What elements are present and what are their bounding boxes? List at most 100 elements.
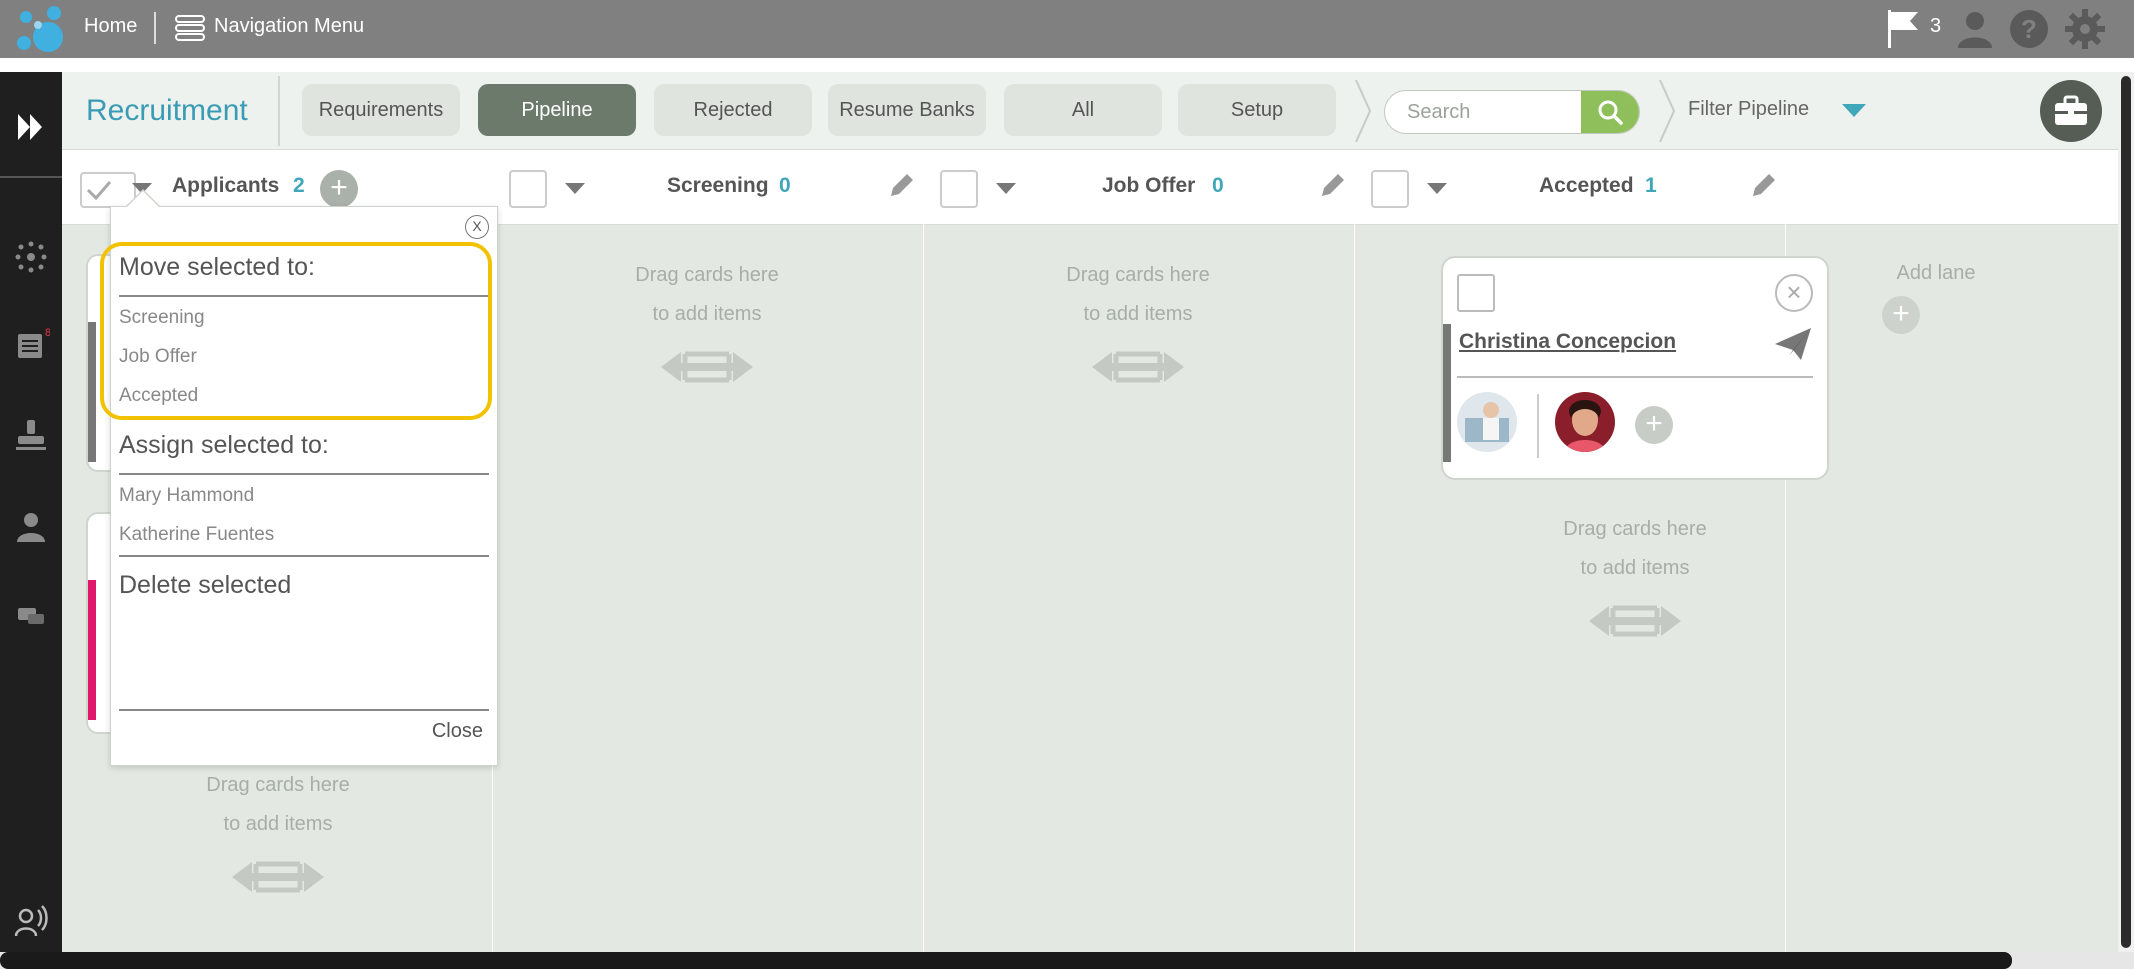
divider [154, 12, 156, 44]
card-status-bar [1443, 324, 1451, 462]
module-header: Recruitment Requirements Pipeline Reject… [62, 72, 2134, 150]
lane-header: Accepted 1 [1355, 150, 1785, 225]
notification-badge: 8 [45, 327, 50, 339]
tab-all[interactable]: All [1004, 84, 1162, 136]
menu-icon[interactable] [174, 14, 206, 42]
user-avatar-icon [1555, 392, 1615, 452]
tab-resume-banks[interactable]: Resume Banks [828, 84, 986, 136]
lane-job-offer: Job Offer 0 Drag cards here to add items [924, 150, 1355, 952]
drop-hint: to add items [1083, 303, 1193, 325]
tab-rejected[interactable]: Rejected [654, 84, 812, 136]
lane-count: 2 [293, 174, 305, 197]
lane-title: Accepted [1539, 174, 1634, 197]
breadcrumb-chevron-icon [1355, 79, 1372, 143]
breadcrumb-chevron-icon [1659, 79, 1676, 143]
close-button[interactable]: Close [432, 720, 483, 743]
caret-down-icon[interactable] [565, 183, 585, 194]
drop-hint: Drag cards here [1066, 264, 1210, 286]
drop-hint: Drag cards here [206, 774, 350, 796]
lane-header: Screening 0 [493, 150, 923, 225]
lane-title: Applicants [172, 174, 280, 197]
add-assignee-button[interactable]: + [1635, 406, 1673, 444]
caret-down-icon[interactable] [1842, 104, 1866, 117]
flag-icon[interactable] [1886, 8, 1922, 48]
filter-pipeline-dropdown[interactable]: Filter Pipeline [1688, 98, 1809, 121]
caret-down-icon[interactable] [1427, 183, 1447, 194]
delete-selected-button[interactable]: Delete selected [119, 571, 291, 600]
person-icon[interactable] [12, 508, 50, 546]
tab-setup[interactable]: Setup [1178, 84, 1336, 136]
drop-zone[interactable]: Drag cards here to add items [988, 256, 1288, 392]
drop-hint: to add items [1580, 557, 1690, 579]
avatar[interactable] [1457, 392, 1517, 452]
lane-count: 0 [779, 174, 791, 197]
scrollbar-thumb[interactable] [2121, 76, 2131, 948]
tab-requirements[interactable]: Requirements [302, 84, 460, 136]
user-icon[interactable] [1954, 8, 1996, 50]
avatar-divider [1537, 394, 1539, 458]
briefcase-button[interactable] [2040, 80, 2102, 142]
drop-hint: to add items [652, 303, 762, 325]
stamp-icon[interactable] [12, 416, 50, 454]
candidate-name-link[interactable]: Christina Concepcion [1459, 330, 1676, 354]
drop-zone[interactable]: Drag cards here to add items [128, 766, 428, 902]
expand-icon[interactable] [12, 108, 50, 146]
lane-header [1786, 150, 2134, 225]
rail-divider [0, 176, 62, 178]
pencil-icon[interactable] [1318, 172, 1346, 200]
add-applicant-button[interactable]: + [320, 170, 358, 208]
drop-hint: Drag cards here [635, 264, 779, 286]
search-button[interactable] [1581, 91, 1639, 133]
svg-text:?: ? [2021, 14, 2037, 44]
pencil-icon[interactable] [887, 172, 915, 200]
pencil-icon[interactable] [1749, 172, 1777, 200]
help-icon[interactable]: ? [2008, 8, 2050, 50]
lane-title: Job Offer [1102, 174, 1196, 197]
office-avatar-icon [1457, 392, 1517, 452]
scrollbar-thumb[interactable] [0, 952, 2012, 969]
vertical-scrollbar[interactable] [2118, 72, 2134, 952]
home-link[interactable]: Home [84, 15, 137, 38]
avatar[interactable] [1555, 392, 1615, 452]
network-icon[interactable] [12, 238, 50, 276]
search-box [1384, 90, 1640, 134]
list-icon[interactable]: 8 [12, 326, 50, 364]
card-checkbox[interactable] [1457, 274, 1495, 312]
top-strip [0, 58, 2134, 72]
card-divider [1457, 376, 1813, 378]
tab-pipeline[interactable]: Pipeline [478, 84, 636, 136]
drag-arrows-icon [232, 861, 324, 893]
select-all-checkbox[interactable] [509, 170, 547, 208]
drag-arrows-icon [1092, 351, 1184, 383]
candidate-card[interactable]: × Christina Concepcion + [1441, 256, 1829, 480]
select-all-checkbox[interactable] [940, 170, 978, 208]
add-lane-label[interactable]: Add lane [1866, 262, 2006, 285]
lane-header: Job Offer 0 [924, 150, 1354, 225]
top-bar: Home Navigation Menu 3 ? [0, 0, 2134, 58]
select-all-checkbox[interactable] [1371, 170, 1409, 208]
assign-to-mary-hammond[interactable]: Mary Hammond [119, 485, 254, 507]
navigation-menu-link[interactable]: Navigation Menu [214, 15, 364, 38]
caret-down-icon[interactable] [996, 183, 1016, 194]
drag-arrows-icon [1589, 605, 1681, 637]
gear-icon[interactable] [2064, 8, 2106, 50]
logo-icon[interactable] [12, 3, 68, 55]
lane-screening: Screening 0 Drag cards here to add items [493, 150, 924, 952]
section-divider [119, 709, 489, 711]
close-popup-button[interactable]: X [465, 215, 489, 239]
drop-zone[interactable]: Drag cards here to add items [557, 256, 857, 392]
card-status-bar [88, 322, 96, 462]
horizontal-scrollbar[interactable] [0, 952, 2134, 969]
section-divider [119, 473, 489, 475]
search-input[interactable] [1385, 91, 1585, 133]
broadcast-icon[interactable] [12, 902, 50, 940]
add-lane-column: Add lane + [1786, 150, 2134, 952]
briefcase-icon [2055, 95, 2087, 125]
drag-arrows-icon [661, 351, 753, 383]
drop-zone[interactable]: Drag cards here to add items [1485, 510, 1785, 646]
chat-icon[interactable] [12, 596, 50, 634]
add-lane-button[interactable]: + [1882, 296, 1920, 334]
assign-to-katherine-fuentes[interactable]: Katherine Fuentes [119, 524, 274, 546]
popup-pointer [127, 191, 159, 207]
highlight-outline [100, 242, 492, 420]
